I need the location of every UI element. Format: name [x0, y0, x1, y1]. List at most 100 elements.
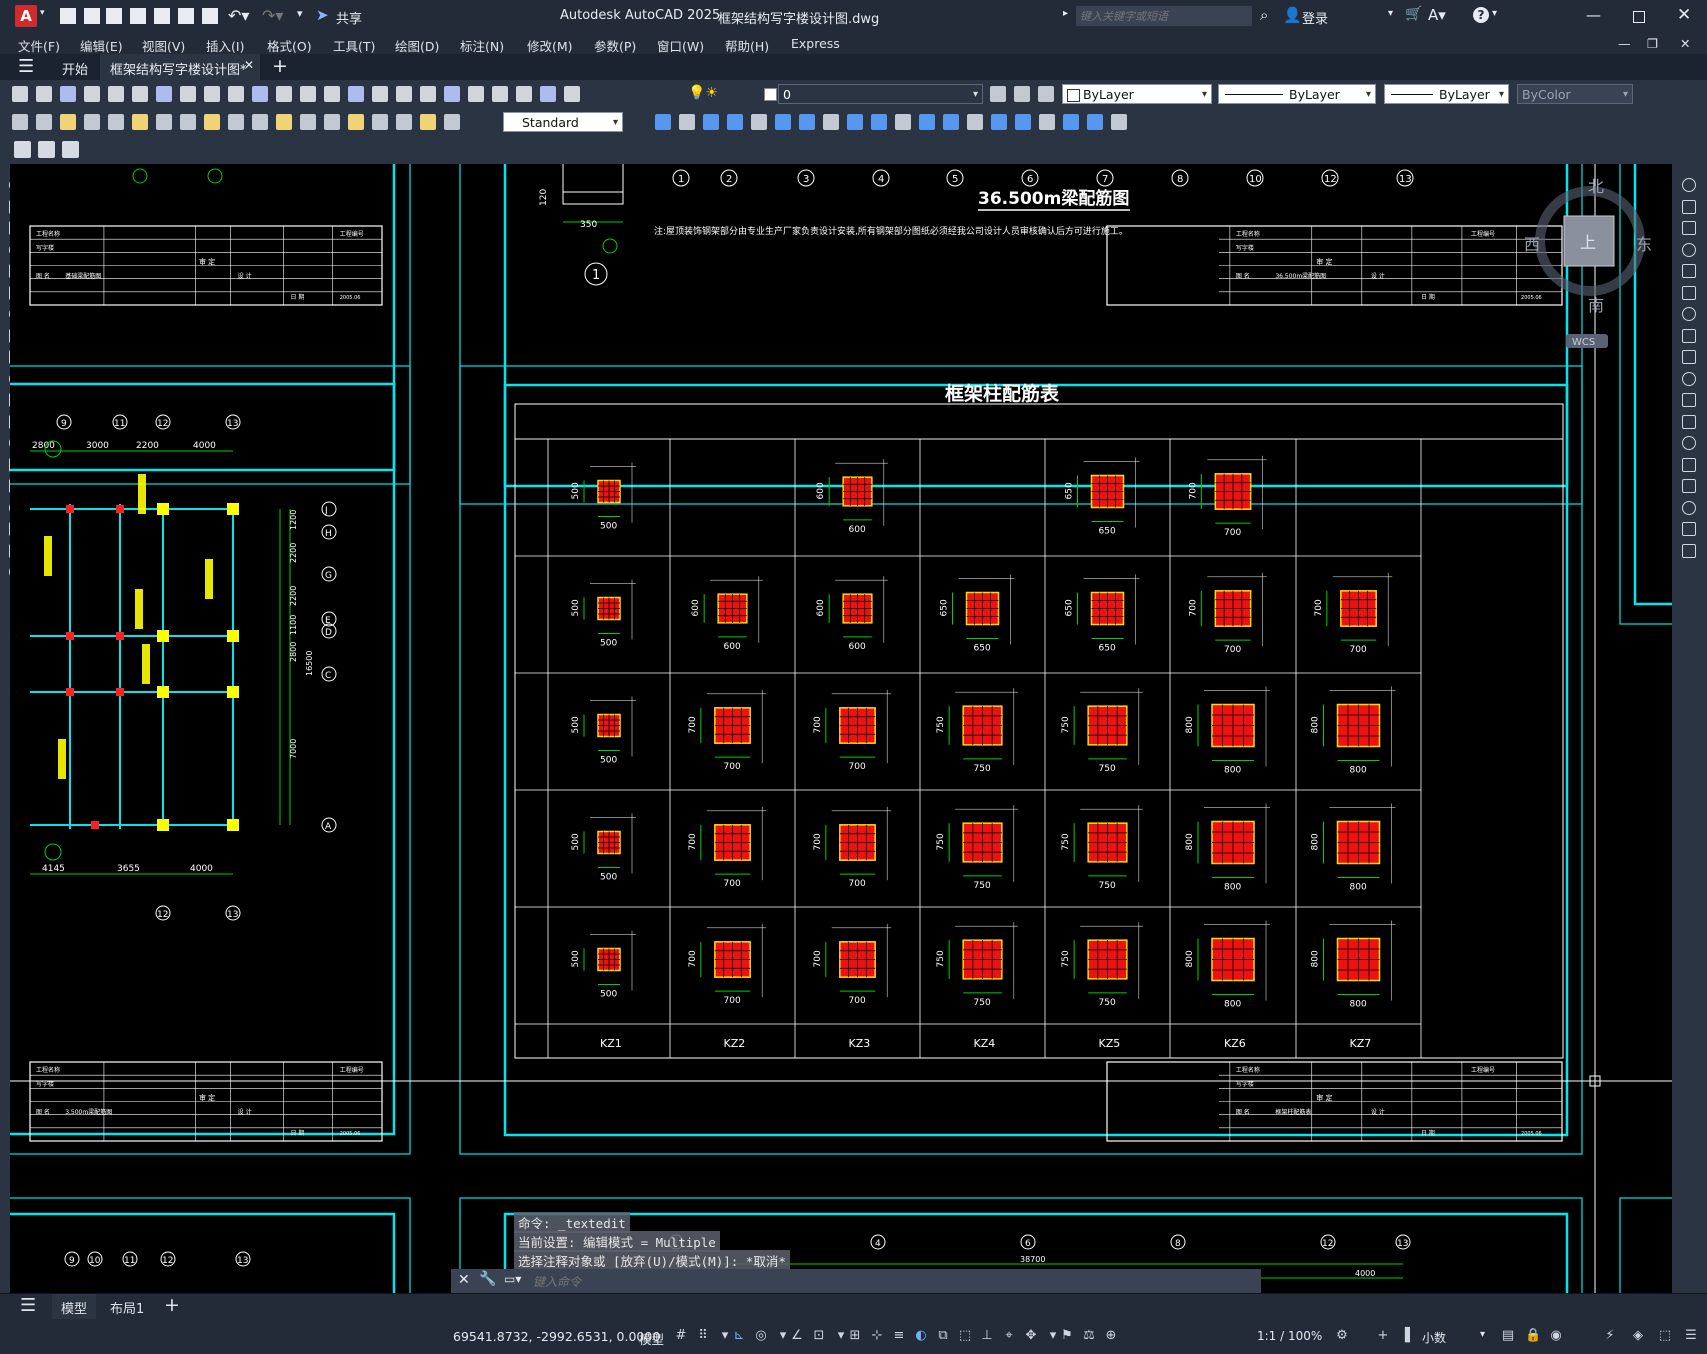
autocad-logo-icon[interactable]: A — [15, 5, 37, 27]
modify2-tool-5-icon[interactable] — [751, 114, 767, 130]
layerstate-tool-2-icon[interactable] — [1014, 86, 1030, 102]
share-button[interactable]: 共享 — [336, 8, 362, 27]
menu-draw[interactable]: 绘图(D) — [395, 36, 439, 55]
textstyle-dropdown[interactable]: Standard ▾ — [503, 112, 623, 132]
doc-restore-icon[interactable]: ❐ — [1647, 36, 1658, 51]
dimension-tool-4-icon[interactable] — [84, 114, 100, 130]
annotation-scale[interactable]: 1:1 / 100% — [1257, 1329, 1322, 1343]
status-3d-osnap-icon[interactable]: ⬚ — [957, 1328, 973, 1344]
dimension-tool-14-icon[interactable] — [324, 114, 340, 130]
modify2-tool-16-icon[interactable] — [1015, 114, 1031, 130]
tab-active-file[interactable]: 框架结构写字楼设计图* ✕ — [100, 54, 260, 80]
standard-tool-17-icon[interactable] — [396, 86, 412, 102]
menu-help[interactable]: 帮助(H) — [725, 36, 769, 55]
search-icon[interactable]: ⌕ — [1260, 6, 1268, 24]
status-fullscreen-icon[interactable]: ⬚ — [1657, 1328, 1673, 1344]
modify-tool-10-icon[interactable] — [1682, 371, 1696, 386]
modify2-tool-12-icon[interactable] — [919, 114, 935, 130]
standard-tool-13-icon[interactable] — [300, 86, 316, 102]
drawing-svg[interactable]: 350 120 1 36.500m梁配筋图 注:屋顶装饰钢架部分由专业生产厂家负… — [10, 164, 1672, 1293]
modify-tool-5-icon[interactable] — [1682, 264, 1696, 278]
dimension-tool-15-icon[interactable] — [348, 114, 364, 130]
dimension-tool-5-icon[interactable] — [108, 114, 124, 130]
customize-icon[interactable]: ▾ — [297, 7, 303, 20]
help-dropdown-icon[interactable]: ▾ — [1492, 8, 1497, 19]
modify-tool-2-icon[interactable] — [1682, 199, 1696, 214]
menu-format[interactable]: 格式(O) — [267, 36, 312, 55]
status-dyn-input-icon[interactable]: ⊹ — [869, 1328, 885, 1344]
modify2-tool-1-icon[interactable] — [655, 114, 671, 130]
standard-tool-14-icon[interactable] — [324, 86, 340, 102]
modify-tool-16-icon[interactable] — [1682, 500, 1696, 515]
model-space-button[interactable]: 模型 — [639, 1329, 664, 1348]
standard-tool-23-icon[interactable] — [540, 86, 556, 102]
standard-tool-21-icon[interactable] — [492, 86, 508, 102]
standard-tool-12-icon[interactable] — [276, 86, 292, 102]
standard-tool-8-icon[interactable] — [180, 86, 196, 102]
status-quick-props-icon[interactable]: ▤ — [1500, 1328, 1516, 1344]
menu-tools[interactable]: 工具(T) — [333, 36, 375, 55]
status-isolate-icon[interactable]: ◉ — [1548, 1328, 1564, 1344]
modify-tool-11-icon[interactable] — [1682, 393, 1696, 407]
drawing-canvas[interactable]: 350 120 1 36.500m梁配筋图 注:屋顶装饰钢架部分由专业生产厂家负… — [10, 164, 1672, 1293]
modify2-tool-15-icon[interactable] — [991, 114, 1007, 130]
command-customize-icon[interactable]: 🔧 — [479, 1271, 496, 1287]
share-icon[interactable]: ➤ — [316, 6, 329, 24]
command-recent-icon[interactable]: ▭▾ — [504, 1272, 521, 1286]
wcs-label[interactable]: WCS — [1572, 337, 1595, 348]
new-layout-icon[interactable]: + — [164, 1294, 180, 1316]
status-settings-icon[interactable]: ⚙ — [1334, 1328, 1350, 1344]
dimension-tool-19-icon[interactable] — [444, 114, 460, 130]
table-icon[interactable] — [38, 141, 55, 158]
status-selection-cycling-icon[interactable]: ⧉ — [935, 1328, 951, 1344]
standard-tool-22-icon[interactable] — [516, 86, 532, 102]
viewcube-west[interactable]: 西 — [1524, 235, 1540, 254]
modify-tool-7-icon[interactable] — [1682, 307, 1696, 321]
minimize-icon[interactable]: — — [1586, 6, 1601, 24]
command-close-icon[interactable]: ✕ — [458, 1272, 470, 1288]
status-ortho-icon[interactable]: ⊾ — [731, 1328, 747, 1344]
sheetset-icon[interactable] — [178, 8, 194, 24]
user-icon[interactable]: 👤 — [1283, 6, 1302, 24]
autodesk-a360-icon[interactable]: A▾ — [1428, 6, 1446, 24]
modify-tool-12-icon[interactable] — [1682, 414, 1696, 429]
menu-window[interactable]: 窗口(W) — [657, 36, 704, 55]
modify2-tool-18-icon[interactable] — [1063, 114, 1079, 130]
viewcube-top[interactable]: 上 — [1580, 233, 1596, 252]
modify-tool-13-icon[interactable] — [1682, 436, 1696, 450]
standard-tool-20-icon[interactable] — [468, 86, 484, 102]
status-auto-scale-icon[interactable]: ⚖ — [1081, 1328, 1097, 1344]
modify2-tool-7-icon[interactable] — [799, 114, 815, 130]
block-editor-icon[interactable] — [14, 141, 31, 158]
layerstate-tool-3-icon[interactable] — [1038, 86, 1054, 102]
command-input[interactable] — [531, 1272, 655, 1292]
menu-modify[interactable]: 修改(M) — [527, 36, 573, 55]
dimension-tool-1-icon[interactable] — [12, 114, 28, 130]
standard-tool-24-icon[interactable] — [564, 86, 580, 102]
modify-tool-14-icon[interactable] — [1682, 457, 1696, 472]
status-transparency-icon[interactable]: ◐ — [913, 1328, 929, 1344]
maximize-icon[interactable] — [1633, 11, 1645, 23]
status-add-icon[interactable]: + — [1375, 1328, 1391, 1344]
undo-icon[interactable]: ↶▾ — [228, 6, 249, 25]
modify2-tool-19-icon[interactable] — [1087, 114, 1103, 130]
menu-view[interactable]: 视图(V) — [142, 36, 185, 55]
app-menu-arrow-icon[interactable]: ▾ — [40, 8, 45, 18]
modify2-tool-11-icon[interactable] — [895, 114, 911, 130]
status-lock-icon[interactable]: 🔒 — [1525, 1328, 1541, 1344]
dimension-tool-12-icon[interactable] — [276, 114, 292, 130]
modify2-tool-8-icon[interactable] — [823, 114, 839, 130]
dimension-tool-6-icon[interactable] — [132, 114, 148, 130]
tab-close-icon[interactable]: ✕ — [244, 58, 254, 72]
units-dropdown[interactable]: 小数 ▾ — [1422, 1327, 1492, 1345]
viewcube-east[interactable]: 东 — [1636, 235, 1652, 254]
menu-file[interactable]: 文件(F) — [18, 36, 60, 55]
status-osnap-icon[interactable]: ⊡ — [811, 1328, 827, 1344]
status-gizmo-icon[interactable]: ✥ — [1023, 1328, 1039, 1344]
modify2-tool-13-icon[interactable] — [943, 114, 959, 130]
status-isodraft-icon[interactable]: ∠ — [789, 1328, 805, 1344]
dimension-tool-10-icon[interactable] — [228, 114, 244, 130]
layout-menu-icon[interactable]: ☰ — [20, 1295, 36, 1316]
close-icon[interactable]: ✕ — [1677, 5, 1691, 25]
layer-dropdown[interactable]: 0 ▾ — [778, 84, 983, 104]
